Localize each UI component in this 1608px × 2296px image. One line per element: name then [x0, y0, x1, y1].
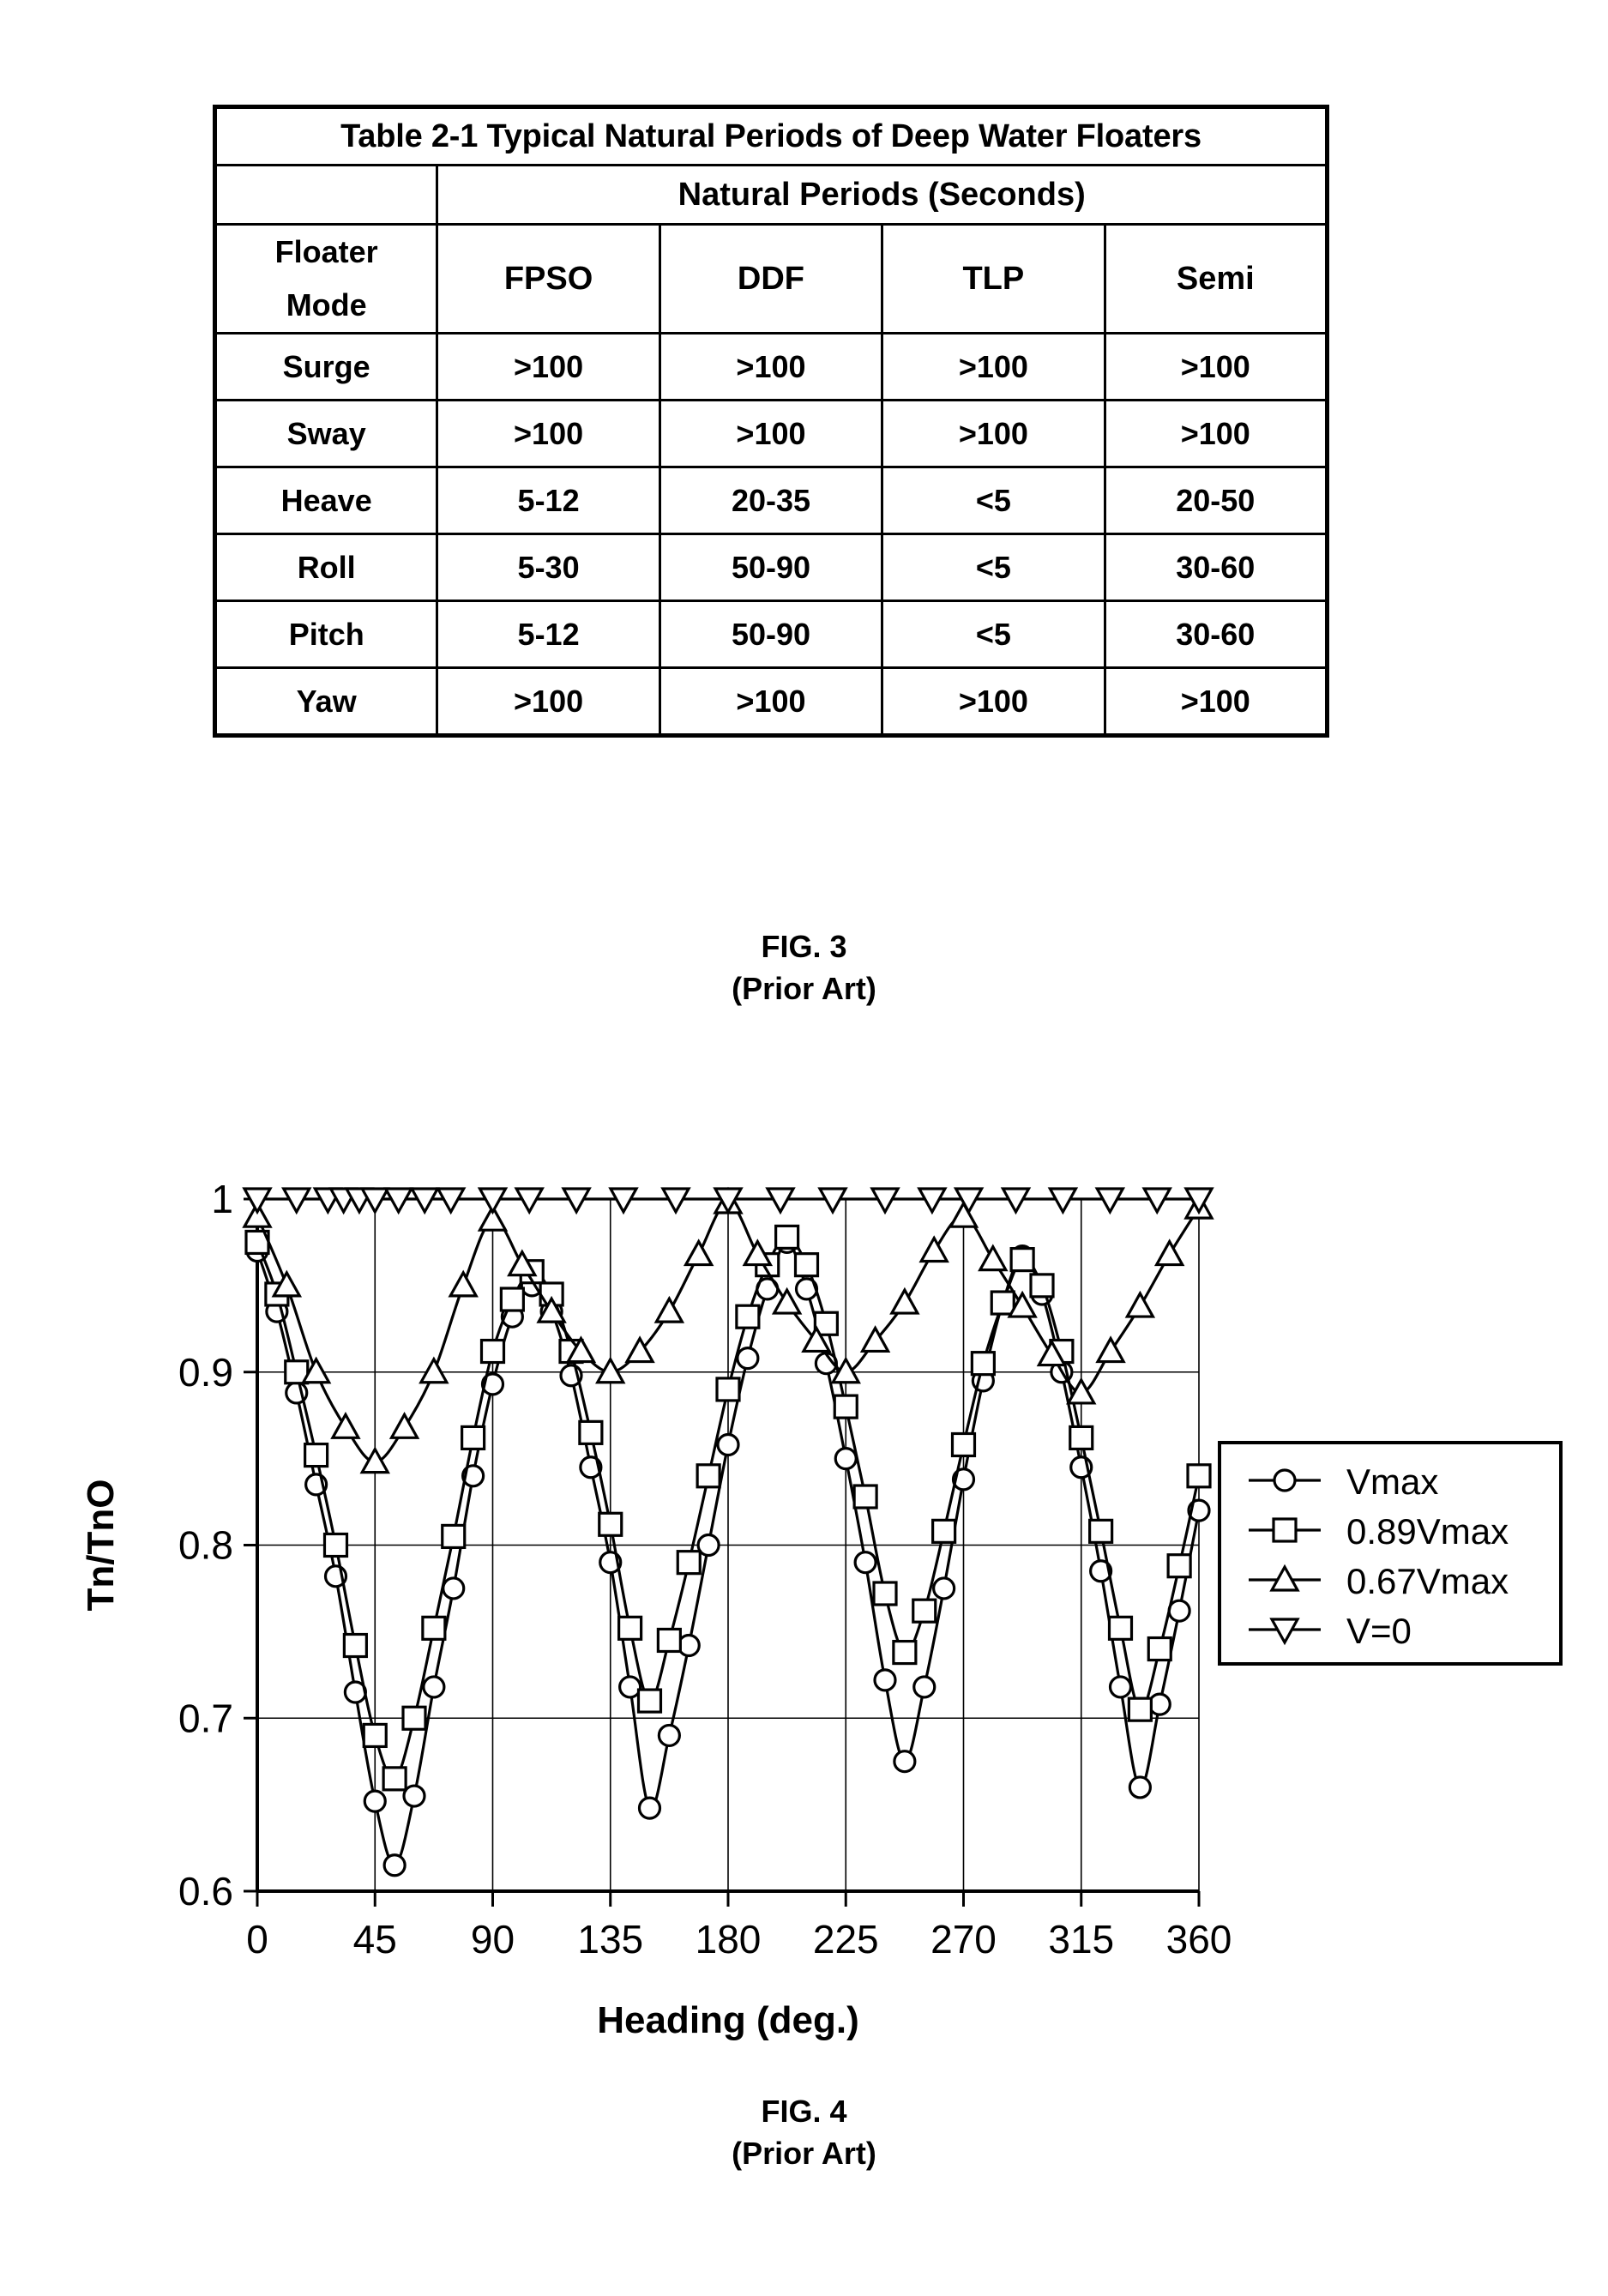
- series-data-point: [461, 1425, 486, 1451]
- series-data-point: [448, 1269, 479, 1298]
- series-data-point: [653, 1295, 685, 1323]
- series-data-point: [1186, 1463, 1212, 1489]
- series-data-point: [304, 1442, 329, 1468]
- series-data-point: [1107, 1615, 1134, 1641]
- series-data-point: [852, 1484, 878, 1510]
- figure-4-block: 0.6 0.7 0.8 0.9 1 0 45 90 135 180 225 270 315 360 Head…: [0, 0, 1608, 2296]
- legend-label: 0.89Vmax: [1346, 1511, 1509, 1552]
- y-axis-title: Tn/TnO: [80, 1479, 122, 1612]
- tn-tno-vs-heading-chart: 0.6 0.7 0.8 0.9 1 0 45 90 135 180 225 270 315 360 Head…: [80, 1177, 1563, 2041]
- legend-label: Vmax: [1346, 1461, 1438, 1502]
- series-data-point: [1108, 1675, 1133, 1699]
- series-data-point: [889, 1287, 920, 1315]
- series-data-point: [322, 1532, 349, 1558]
- x-axis-tick-label: 315: [1048, 1917, 1114, 1962]
- series-data-point: [1088, 1518, 1114, 1544]
- series-data-point: [873, 1668, 897, 1692]
- series-data-point: [363, 1789, 387, 1813]
- series-data-point: [918, 1235, 949, 1263]
- series-data-point: [1147, 1636, 1172, 1662]
- chart-legend: Vmax 0.89Vmax 0.67Vmax V=0: [1218, 1441, 1563, 1666]
- series-data-point: [833, 1394, 858, 1419]
- series-data-point: [636, 1688, 663, 1714]
- y-axis-tick-label: 1: [211, 1177, 233, 1221]
- series-data-point: [657, 1723, 681, 1748]
- series-data-point: [637, 1796, 662, 1820]
- series-data-point: [578, 1419, 604, 1445]
- series-data-point: [598, 1511, 623, 1537]
- series-data-point: [716, 1432, 740, 1457]
- series-data-point: [1069, 1425, 1094, 1451]
- series-data-point: [1095, 1335, 1126, 1364]
- series-data-point: [1009, 1247, 1035, 1273]
- series-data-point: [912, 1675, 936, 1699]
- series-data-point: [793, 1252, 820, 1278]
- legend-marker-square: [1272, 1517, 1298, 1543]
- series-data-point: [990, 1290, 1015, 1316]
- series-data-point: [853, 1551, 877, 1575]
- series-data-point: [419, 1356, 449, 1384]
- x-axis-tick-label: 45: [353, 1917, 397, 1962]
- series-v-0: [242, 1187, 1214, 1215]
- series-data-point: [1166, 1553, 1192, 1579]
- y-axis-tick-label: 0.8: [178, 1523, 233, 1568]
- x-axis-tick-label: 225: [813, 1917, 879, 1962]
- series-data-point: [382, 1766, 407, 1792]
- series-data-point: [388, 1412, 420, 1439]
- x-axis-tick-label: 0: [246, 1917, 268, 1962]
- series-data-point: [872, 1581, 898, 1606]
- series-data-point: [1128, 1775, 1152, 1799]
- series-data-point: [736, 1347, 760, 1371]
- series-data-point: [735, 1304, 761, 1329]
- x-axis-tick-label: 270: [930, 1917, 997, 1962]
- x-axis-tick-label: 90: [471, 1917, 515, 1962]
- series-data-point: [676, 1550, 702, 1576]
- series-data-point: [359, 1446, 390, 1474]
- series-data-point: [1124, 1290, 1156, 1318]
- series-data-point: [932, 1576, 956, 1600]
- series-data-point: [422, 1675, 446, 1699]
- series-data-point: [978, 1244, 1009, 1272]
- series-data-point: [912, 1598, 937, 1624]
- series-data-point: [656, 1627, 682, 1654]
- series-data-point: [401, 1705, 427, 1731]
- series-data-point: [715, 1377, 741, 1402]
- x-axis-tick-label: 135: [577, 1917, 643, 1962]
- series-data-point: [441, 1523, 467, 1550]
- x-axis-title: Heading (deg.): [597, 1999, 859, 2041]
- x-axis-tick-label: 180: [696, 1917, 762, 1962]
- series-data-point: [1127, 1696, 1153, 1722]
- series-data-point: [683, 1238, 714, 1267]
- series-data-point: [421, 1615, 447, 1641]
- series-data-point: [892, 1639, 918, 1666]
- series-data-point: [330, 1412, 361, 1439]
- y-axis-tick-label: 0.6: [178, 1869, 233, 1913]
- series-data-point: [931, 1518, 957, 1544]
- legend-label: 0.67Vmax: [1346, 1561, 1509, 1601]
- series-data-point: [893, 1750, 917, 1774]
- series-data-point: [479, 1338, 506, 1365]
- legend-label: V=0: [1346, 1611, 1412, 1651]
- legend-marker-circle: [1273, 1468, 1297, 1492]
- series-data-point: [834, 1447, 858, 1471]
- series-data-point: [950, 1431, 977, 1458]
- series-data-point: [342, 1632, 368, 1659]
- series-data-point: [499, 1287, 525, 1312]
- series-data-point: [617, 1615, 643, 1641]
- y-axis-tick-label: 0.7: [178, 1696, 233, 1740]
- series-data-point: [382, 1853, 407, 1877]
- x-axis-tick-label: 360: [1166, 1917, 1232, 1962]
- series-data-point: [970, 1351, 996, 1377]
- series-data-point: [442, 1576, 466, 1600]
- series-data-point: [1153, 1238, 1185, 1267]
- y-axis-tick-label: 0.9: [178, 1350, 233, 1395]
- series-data-point: [774, 1224, 800, 1250]
- series-data-point: [362, 1722, 388, 1749]
- series-data-point: [1029, 1273, 1055, 1299]
- series-data-point: [696, 1463, 721, 1489]
